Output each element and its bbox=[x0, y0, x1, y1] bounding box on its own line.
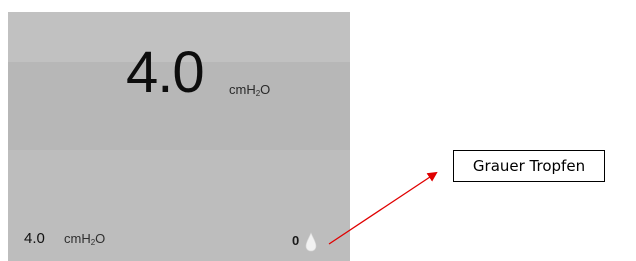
unit-prefix: cmH bbox=[64, 231, 91, 246]
pressure-footer-unit: cmH2O bbox=[64, 232, 105, 247]
drop-counter: 0 bbox=[292, 233, 300, 248]
callout-label: Grauer Tropfen bbox=[453, 150, 605, 182]
unit-suffix: O bbox=[95, 231, 106, 246]
unit-prefix: cmH bbox=[229, 82, 256, 97]
pressure-footer-value: 4.0 bbox=[24, 230, 45, 247]
pressure-main-value: 4.0 bbox=[126, 40, 205, 105]
pressure-main-unit: cmH2O bbox=[229, 83, 270, 98]
unit-suffix: O bbox=[260, 82, 271, 97]
drop-icon bbox=[305, 232, 317, 252]
page: 4.0 cmH2O 4.0 cmH2O 0 Grauer Tropfen bbox=[0, 0, 636, 261]
